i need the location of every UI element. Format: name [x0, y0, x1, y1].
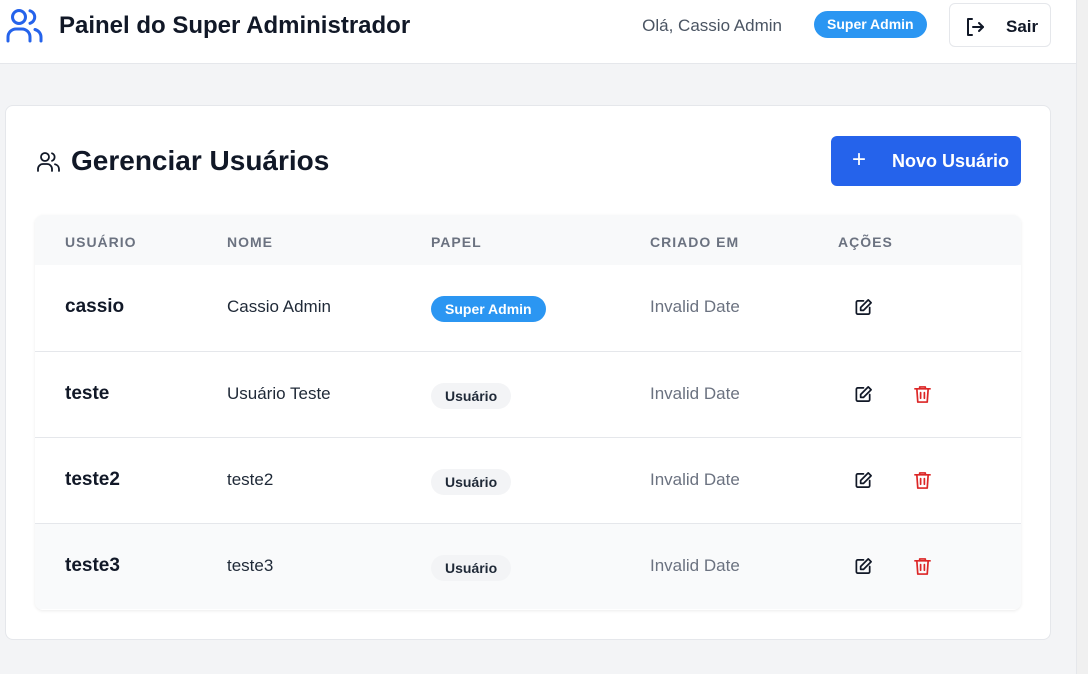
row-created-date: Invalid Date — [650, 297, 740, 316]
users-icon — [37, 152, 60, 172]
users-table: USUÁRIO NOME PAPEL CRIADO EM AÇÕES cassi… — [35, 215, 1021, 610]
scrollbar[interactable] — [1076, 0, 1088, 674]
row-created-date: Invalid Date — [650, 556, 740, 575]
edit-icon[interactable] — [854, 298, 873, 317]
table-row: teste2 teste2 Usuário Invalid Date — [35, 437, 1021, 523]
table-header: USUÁRIO NOME PAPEL CRIADO EM AÇÕES — [35, 215, 1021, 265]
logout-label: Sair — [1006, 17, 1039, 36]
row-username: cassio — [65, 296, 125, 317]
column-header-username[interactable]: USUÁRIO — [65, 234, 137, 250]
new-user-button[interactable]: + Novo Usuário — [831, 136, 1021, 186]
role-badge: Usuário — [431, 383, 512, 409]
row-name: Cassio Admin — [227, 297, 331, 316]
column-header-role[interactable]: PAPEL — [431, 234, 482, 250]
row-username: teste3 — [65, 555, 120, 576]
top-bar: Painel do Super Administrador Olá, Cassi… — [0, 0, 1076, 64]
row-name: teste3 — [227, 556, 274, 575]
logout-icon — [967, 18, 984, 36]
row-username: teste — [65, 383, 110, 404]
trash-icon[interactable] — [914, 471, 931, 490]
row-created-date: Invalid Date — [650, 384, 740, 403]
row-created-date: Invalid Date — [650, 470, 740, 489]
row-name: teste2 — [227, 470, 274, 489]
table-row: cassio Cassio Admin Super Admin Invalid … — [35, 265, 1021, 351]
row-name: Usuário Teste — [227, 384, 331, 403]
page-title: Painel do Super Administrador — [59, 12, 411, 39]
role-badge: Usuário — [431, 555, 512, 581]
user-greeting: Olá, Cassio Admin — [642, 16, 782, 35]
column-header-actions: AÇÕES — [838, 234, 893, 250]
role-badge: Super Admin — [431, 296, 546, 322]
trash-icon[interactable] — [914, 557, 931, 576]
users-icon — [6, 9, 43, 43]
row-username: teste2 — [65, 469, 120, 490]
logout-button[interactable]: Sair — [949, 3, 1051, 47]
table-row: teste Usuário Teste Usuário Invalid Date — [35, 351, 1021, 437]
users-card: Gerenciar Usuários + Novo Usuário USUÁRI… — [5, 105, 1051, 640]
role-badge: Super Admin — [814, 11, 927, 38]
edit-icon[interactable] — [854, 471, 873, 490]
edit-icon[interactable] — [854, 557, 873, 576]
edit-icon[interactable] — [854, 385, 873, 404]
column-header-created[interactable]: CRIADO EM — [650, 234, 739, 250]
new-user-label: Novo Usuário — [892, 151, 1010, 171]
plus-icon: + — [852, 146, 867, 173]
section-title: Gerenciar Usuários — [71, 145, 330, 176]
trash-icon[interactable] — [914, 385, 931, 404]
table-row: teste3 teste3 Usuário Invalid Date — [35, 523, 1021, 609]
role-badge: Usuário — [431, 469, 512, 495]
column-header-name[interactable]: NOME — [227, 234, 273, 250]
